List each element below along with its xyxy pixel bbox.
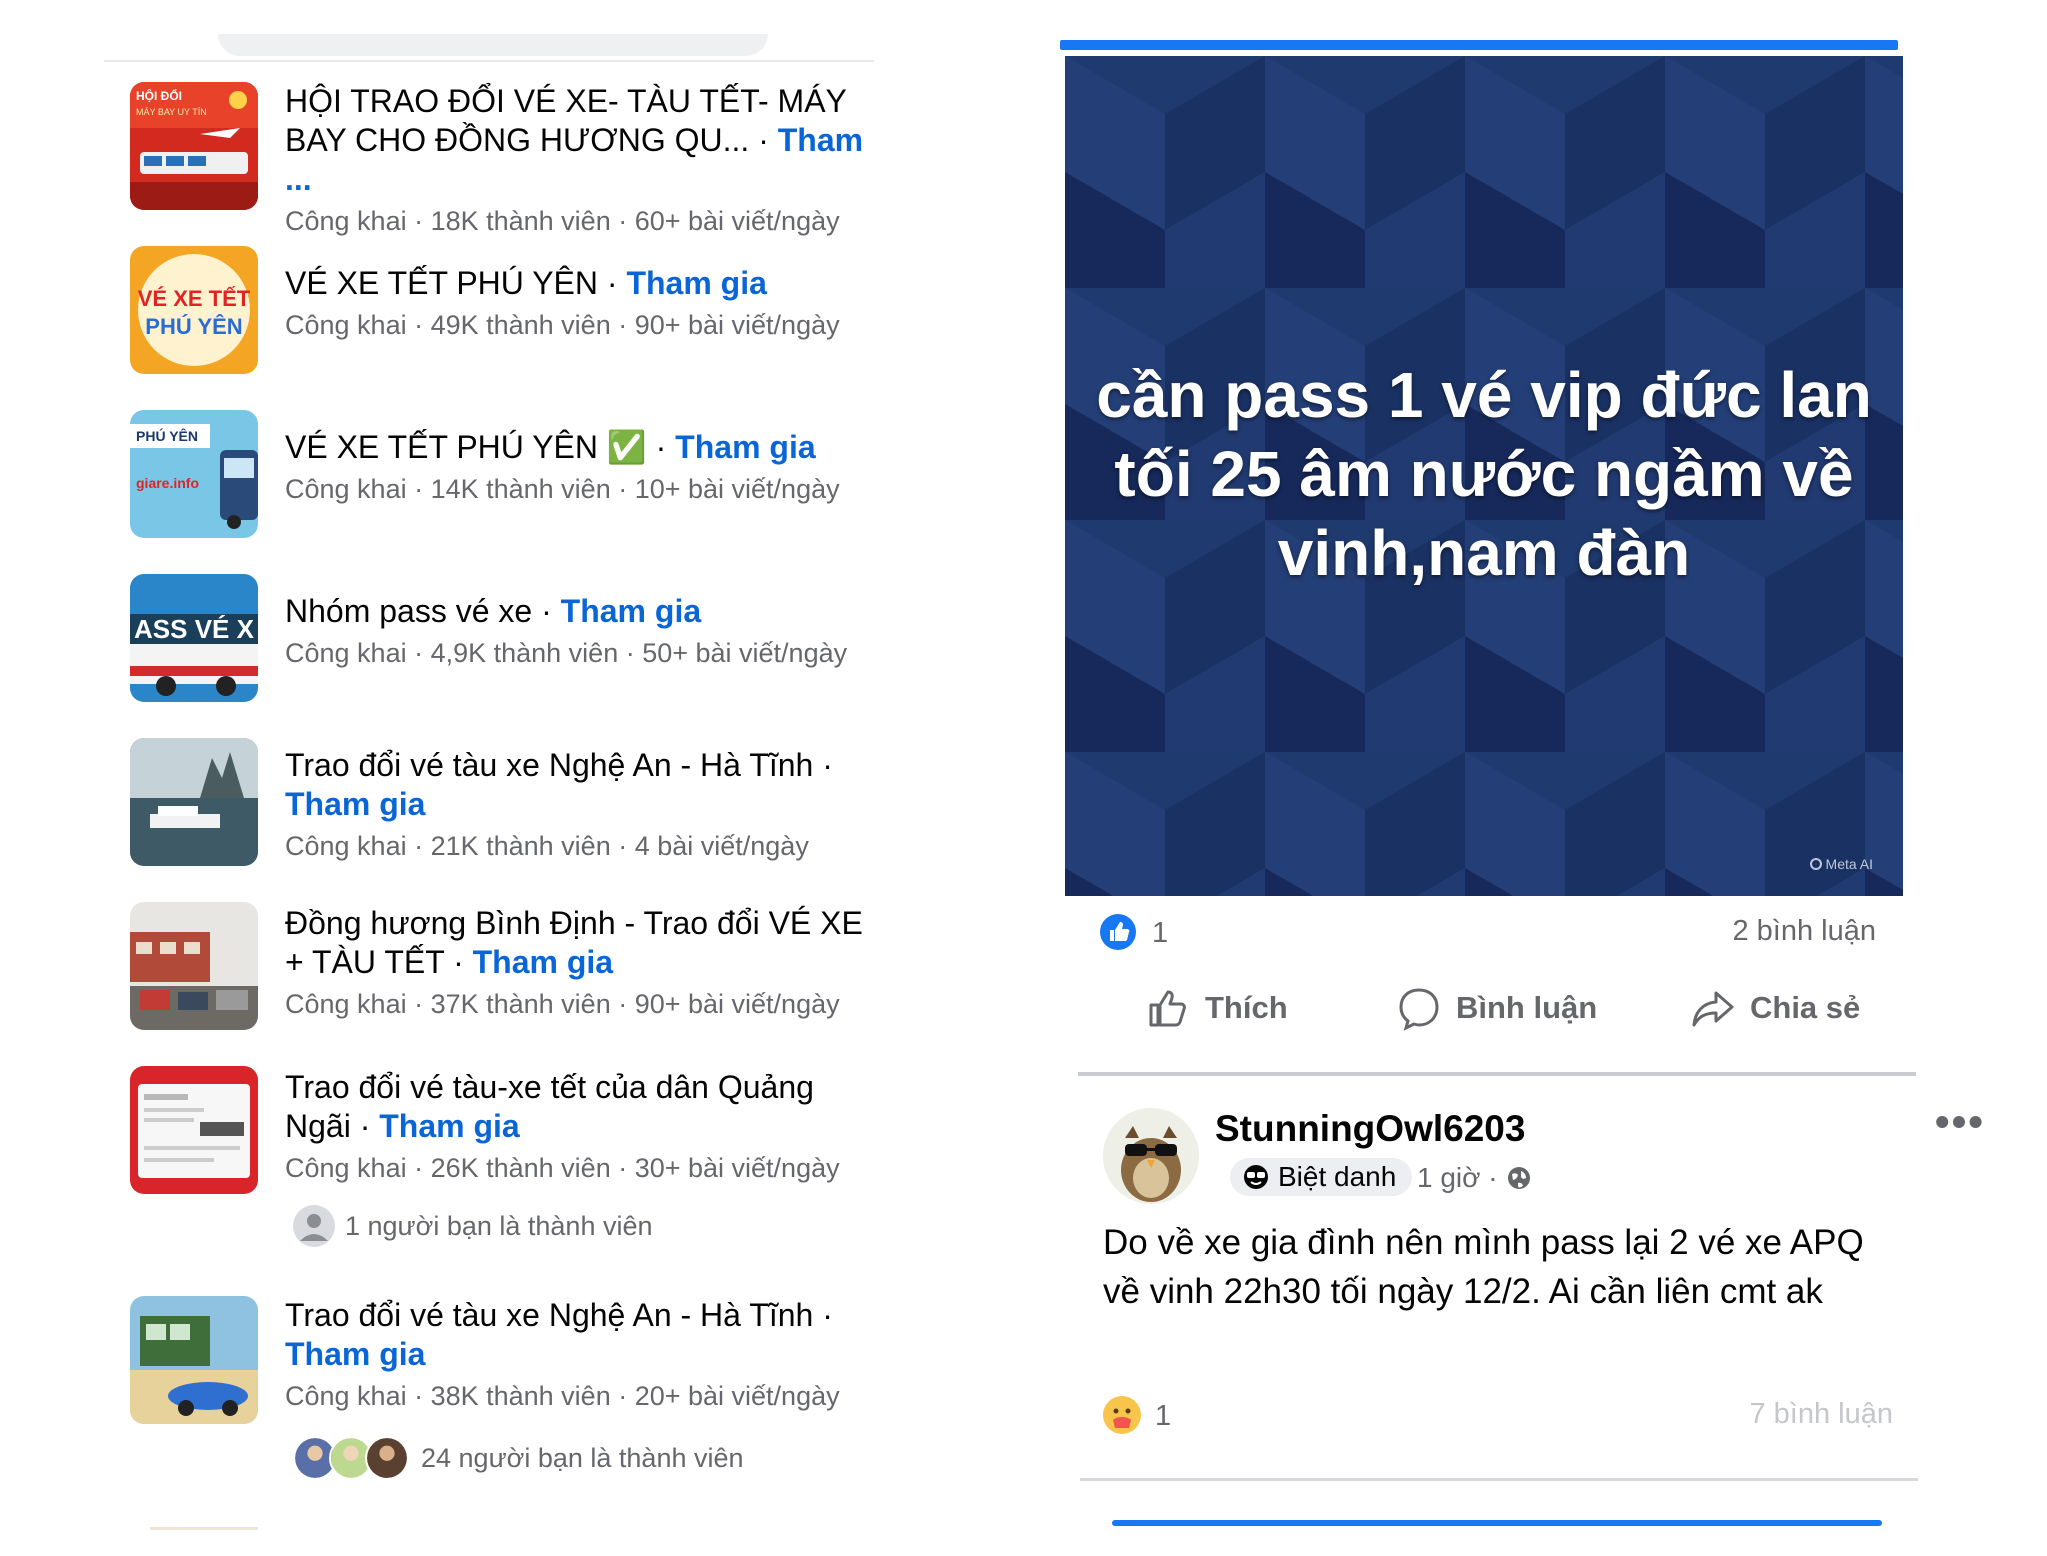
join-button[interactable]: Tham gia: [675, 429, 815, 465]
comment-button[interactable]: Bình luận: [1396, 985, 1597, 1031]
post-time-text: 1 giờ ·: [1417, 1162, 1498, 1193]
author-name[interactable]: StunningOwl6203: [1215, 1108, 1525, 1150]
svg-text:MÁY BAY UY TÍN: MÁY BAY UY TÍN: [136, 107, 207, 117]
group-thumbnail: [130, 902, 258, 1030]
group-name[interactable]: Trao đổi vé tàu xe Nghệ An - Hà Tĩnh: [285, 1297, 813, 1333]
group-meta: Công khai · 26K thành viên · 30+ bài viế…: [285, 1153, 840, 1183]
thumb-text: VÉ XE TẾT: [138, 286, 251, 311]
join-button[interactable]: Tham gia: [379, 1108, 519, 1144]
like-label: Thích: [1205, 990, 1288, 1025]
reaction-count: 1: [1155, 1400, 1172, 1432]
nickname-label: Biệt danh: [1278, 1161, 1397, 1192]
comment-count[interactable]: 7 bình luận: [1749, 1398, 1893, 1431]
svg-text:HỘI ĐỔI: HỘI ĐỔI: [136, 88, 182, 103]
thumb-text: PHÚ YÊN: [145, 314, 242, 339]
sunglasses-face-icon: [1244, 1165, 1268, 1189]
like-reaction-icon: [1100, 914, 1136, 950]
group-thumbnail: [130, 1296, 258, 1424]
thumb-text: giare.info: [136, 475, 199, 491]
group-name[interactable]: HỘI TRAO ĐỔI VÉ XE- TÀU TẾT- MÁY BAY CHO…: [285, 83, 846, 158]
friend-avatar-icon: [293, 1205, 335, 1247]
thumbs-up-icon: [1149, 990, 1186, 1027]
group-meta: Công khai · 37K thành viên · 90+ bài viế…: [285, 989, 840, 1019]
mutual-friends-text: 1 người bạn là thành viên: [345, 1210, 653, 1241]
more-options-icon[interactable]: •••: [1935, 1098, 1985, 1146]
reaction-count: 1: [1152, 917, 1169, 949]
group-name[interactable]: VÉ XE TẾT PHÚ YÊN: [285, 429, 598, 465]
group-thumbnail: PHÚ YÊN giare.info: [130, 410, 258, 538]
share-label: Chia sẻ: [1750, 990, 1861, 1025]
post-feed: cần pass 1 vé vip đức lan tối 25 âm nước…: [1060, 0, 2020, 1556]
globe-icon: [1507, 1167, 1530, 1189]
join-button[interactable]: Tham gia: [285, 1336, 425, 1372]
join-button[interactable]: Tham gia: [285, 786, 425, 822]
verified-icon: ✅: [606, 429, 647, 465]
group-thumbnail: HỘI ĐỔI MÁY BAY UY TÍN: [130, 82, 258, 210]
group-meta: Công khai · 14K thành viên · 10+ bài viế…: [285, 474, 840, 504]
thumb-text: PHÚ YÊN: [136, 427, 198, 444]
meta-ai-credit: Meta AI: [1809, 856, 1873, 872]
post-image[interactable]: cần pass 1 vé vip đức lan tối 25 âm nước…: [1065, 56, 1903, 896]
comment-count[interactable]: 2 bình luận: [1732, 915, 1876, 948]
share-arrow-icon: [1692, 991, 1734, 1027]
care-reaction-icon: [1103, 1396, 1141, 1434]
group-meta: Công khai · 4,9K thành viên · 50+ bài vi…: [285, 638, 848, 668]
nickname-badge: Biệt danh: [1230, 1158, 1413, 1196]
divider: [1078, 1072, 1916, 1076]
post-body: Do về xe gia đình nên mình pass lại 2 vé…: [1103, 1223, 1864, 1311]
group-thumbnail: [130, 738, 258, 866]
group-suggestions-panel: HỘI ĐỔI MÁY BAY UY TÍN HỘI TRAO ĐỔI VÉ X…: [0, 0, 1000, 1556]
comment-label: Bình luận: [1456, 990, 1598, 1025]
meta-ai-label: Meta AI: [1825, 856, 1873, 872]
group-name[interactable]: VÉ XE TẾT PHÚ YÊN: [285, 265, 598, 301]
author-avatar[interactable]: [1103, 1108, 1199, 1204]
group-thumbnail: VÉ XE TẾT PHÚ YÊN: [130, 246, 258, 374]
group-name[interactable]: Trao đổi vé tàu-xe tết của dân Quảng Ngã…: [285, 1069, 814, 1144]
join-button[interactable]: Tham gia: [561, 593, 701, 629]
post-image-text: cần pass 1 vé vip đức lan tối 25 âm nước…: [1096, 359, 1872, 589]
mutual-friends: 24 người bạn là thành viên: [293, 1436, 744, 1480]
divider: [1080, 1478, 1918, 1481]
group-thumbnail: ASS VÉ X: [130, 574, 258, 702]
group-thumbnail: [130, 1066, 258, 1194]
group-name[interactable]: Nhóm pass vé xe: [285, 593, 532, 629]
post-actions: Thích Bình luận Chia sẻ: [1060, 985, 1898, 1055]
join-button[interactable]: Tham gia: [626, 265, 766, 301]
share-button[interactable]: Chia sẻ: [1690, 985, 1860, 1031]
group-meta: Công khai · 18K thành viên · 60+ bài viế…: [285, 206, 840, 236]
group-meta: Công khai · 21K thành viên · 4 bài viết/…: [285, 831, 809, 861]
thumb-text: ASS VÉ X: [134, 614, 255, 644]
reaction-summary[interactable]: 1 2 bình luận: [1060, 905, 1898, 955]
comment-bubble-icon: [1399, 988, 1439, 1031]
group-name[interactable]: Trao đổi vé tàu xe Nghệ An - Hà Tĩnh: [285, 747, 813, 783]
mutual-friends: 1 người bạn là thành viên: [293, 1205, 653, 1247]
divider: [150, 1527, 258, 1530]
join-button[interactable]: Tham gia: [473, 944, 613, 980]
group-meta: Công khai · 49K thành viên · 90+ bài viế…: [285, 310, 840, 340]
search-bar-edge: [218, 34, 768, 56]
top-bar: [1060, 40, 1898, 50]
like-button[interactable]: Thích: [1145, 985, 1288, 1031]
reaction-summary[interactable]: 1 7 bình luận: [1103, 1396, 1903, 1440]
divider: [104, 60, 874, 62]
meta-ai-icon: [1809, 858, 1822, 870]
group-meta: Công khai · 38K thành viên · 20+ bài viế…: [285, 1381, 840, 1411]
friend-avatar-icon: [365, 1436, 409, 1480]
mutual-friends-text: 24 người bạn là thành viên: [421, 1442, 744, 1473]
post-time: 1 giờ ·: [1417, 1162, 1532, 1194]
bottom-bar: [1112, 1520, 1882, 1526]
